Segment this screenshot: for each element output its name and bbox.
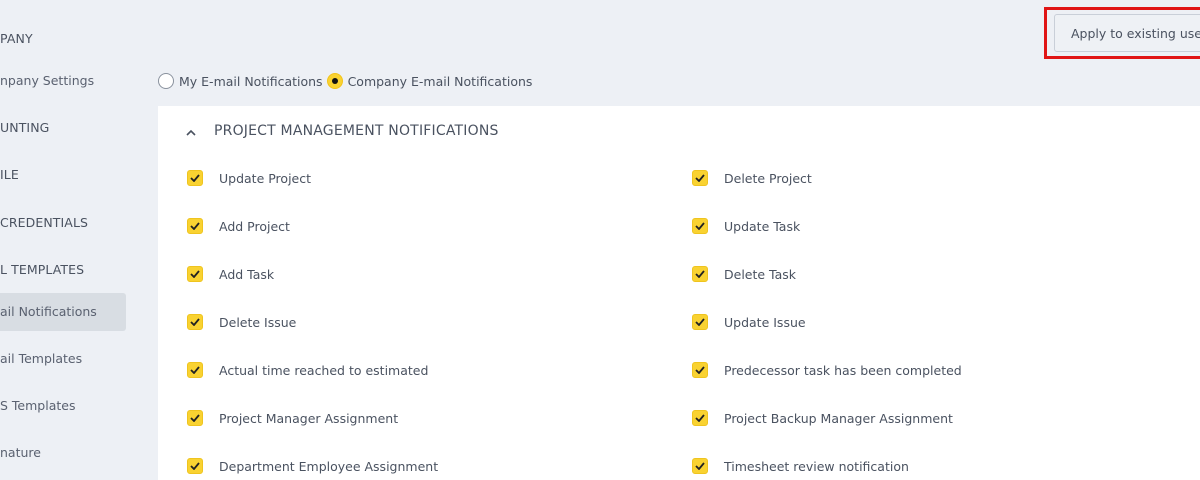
checkbox-row-delete-project[interactable]: Delete Project [692, 170, 812, 186]
sidebar-section-accounting: UNTING [0, 120, 50, 135]
checkbox-row-department-employee-assignment[interactable]: Department Employee Assignment [187, 458, 438, 474]
checkbox-label: Timesheet review notification [724, 458, 909, 474]
chevron-up-icon[interactable] [186, 128, 196, 138]
checkbox[interactable] [187, 362, 203, 378]
checkbox-label: Delete Task [724, 266, 797, 282]
panel-title: PROJECT MANAGEMENT NOTIFICATIONS [214, 123, 499, 139]
checkbox-label: Delete Issue [219, 314, 297, 330]
checkbox-label: Delete Project [724, 170, 812, 186]
sidebar-section-profile: ILE [0, 167, 19, 182]
check-icon [190, 462, 200, 470]
checkbox[interactable] [187, 314, 203, 330]
sidebar-item-signature[interactable]: nature [0, 445, 41, 460]
checkbox[interactable] [187, 458, 203, 474]
notification-settings-page: PANY npany Settings UNTING ILE CREDENTIA… [0, 0, 1200, 480]
check-icon [190, 318, 200, 326]
checkbox-row-delete-task[interactable]: Delete Task [692, 266, 796, 282]
checkbox[interactable] [187, 170, 203, 186]
checkbox-row-project-backup-manager-assignment[interactable]: Project Backup Manager Assignment [692, 410, 953, 426]
sidebar-section-company: PANY [0, 31, 33, 46]
check-icon [695, 174, 705, 182]
checkbox[interactable] [692, 458, 708, 474]
apply-to-existing-users-button[interactable]: Apply to existing users [1054, 14, 1200, 52]
sidebar-item-sms-templates[interactable]: S Templates [0, 398, 75, 413]
check-icon [695, 318, 705, 326]
sidebar-section-credentials: CREDENTIALS [0, 215, 89, 230]
check-icon [695, 270, 705, 278]
check-icon [190, 222, 200, 230]
checkbox-label: Actual time reached to estimated [219, 362, 429, 378]
checkbox-row-predecessor-task-completed[interactable]: Predecessor task has been completed [692, 362, 962, 378]
checkbox[interactable] [692, 266, 708, 282]
checkbox-row-add-task[interactable]: Add Task [187, 266, 274, 282]
notification-scope-radio-group: My E-mail Notifications Company E-mail N… [158, 72, 536, 90]
check-icon [190, 174, 200, 182]
check-icon [695, 462, 705, 470]
checkbox[interactable] [187, 410, 203, 426]
checkbox-label: Project Manager Assignment [219, 410, 399, 426]
my-notifications-radio[interactable] [158, 73, 174, 89]
check-icon [190, 414, 200, 422]
project-management-panel: PROJECT MANAGEMENT NOTIFICATIONS Update … [158, 106, 1200, 480]
checkbox-label: Update Task [724, 218, 801, 234]
checkbox-row-update-task[interactable]: Update Task [692, 218, 800, 234]
checkbox-label: Add Task [219, 266, 275, 282]
checkbox-row-add-project[interactable]: Add Project [187, 218, 290, 234]
checkbox-row-delete-issue[interactable]: Delete Issue [187, 314, 296, 330]
checkbox-row-actual-time-reached[interactable]: Actual time reached to estimated [187, 362, 428, 378]
checkbox[interactable] [692, 170, 708, 186]
checkbox-label: Department Employee Assignment [219, 458, 439, 474]
checkbox-row-project-manager-assignment[interactable]: Project Manager Assignment [187, 410, 398, 426]
settings-sidebar: PANY npany Settings UNTING ILE CREDENTIA… [0, 0, 140, 480]
panel-header[interactable]: PROJECT MANAGEMENT NOTIFICATIONS [186, 123, 499, 139]
check-icon [190, 270, 200, 278]
check-icon [695, 366, 705, 374]
checkbox-label: Project Backup Manager Assignment [724, 410, 953, 426]
checkbox[interactable] [187, 266, 203, 282]
checkbox-row-update-project[interactable]: Update Project [187, 170, 311, 186]
checkbox[interactable] [692, 410, 708, 426]
sidebar-item-company-settings[interactable]: npany Settings [0, 73, 94, 88]
sidebar-item-email-notifications[interactable]: ail Notifications [0, 293, 126, 331]
checkbox-row-timesheet-review-notification[interactable]: Timesheet review notification [692, 458, 909, 474]
my-notifications-label[interactable]: My E-mail Notifications [179, 74, 323, 89]
checkbox[interactable] [692, 314, 708, 330]
sidebar-item-email-templates[interactable]: ail Templates [0, 351, 82, 366]
checkbox[interactable] [692, 362, 708, 378]
checkbox-label: Predecessor task has been completed [724, 362, 962, 378]
sidebar-section-email-templates: L TEMPLATES [0, 262, 85, 277]
company-notifications-label[interactable]: Company E-mail Notifications [348, 74, 533, 89]
checkbox-row-update-issue[interactable]: Update Issue [692, 314, 806, 330]
checkbox-label: Add Project [219, 218, 290, 234]
checkbox[interactable] [187, 218, 203, 234]
company-notifications-radio[interactable] [326, 73, 343, 89]
check-icon [695, 222, 705, 230]
check-icon [695, 414, 705, 422]
checkbox-label: Update Issue [724, 314, 806, 330]
checkbox-label: Update Project [219, 170, 312, 186]
checkbox[interactable] [692, 218, 708, 234]
check-icon [190, 366, 200, 374]
